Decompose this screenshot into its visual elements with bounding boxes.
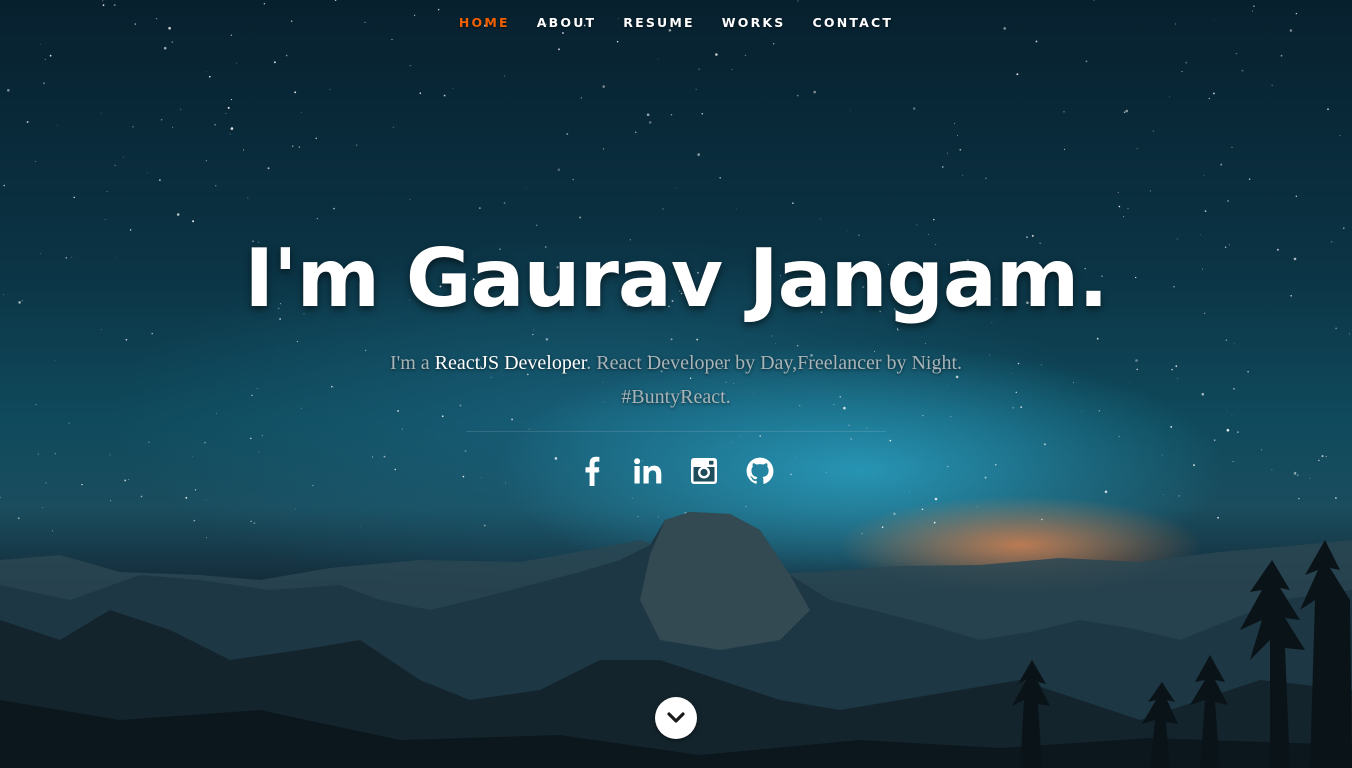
scroll-down-button[interactable] <box>655 697 697 739</box>
github-icon[interactable] <box>745 454 775 488</box>
tagline-rest: . React Developer by Day,Freelancer by N… <box>586 352 963 374</box>
nav-resume-link[interactable]: RESUME <box>623 15 695 30</box>
hero-tagline: I'm a ReactJS Developer. React Developer… <box>326 346 1026 414</box>
facebook-icon[interactable] <box>577 454 607 488</box>
tagline-hashtag: #BuntyReact. <box>621 386 731 408</box>
tagline-role: ReactJS Developer <box>434 352 587 374</box>
main-nav: HOME ABOUT RESUME WORKS CONTACT <box>0 15 1352 30</box>
chevron-down-icon <box>667 712 685 723</box>
instagram-icon[interactable] <box>689 454 719 488</box>
nav-contact-link[interactable]: CONTACT <box>813 15 894 30</box>
nav-works-link[interactable]: WORKS <box>722 15 786 30</box>
linkedin-icon[interactable] <box>633 454 663 488</box>
hero-divider <box>466 431 886 432</box>
nav-home-link[interactable]: HOME <box>459 15 510 30</box>
hero-headline: I'm Gaurav Jangam. <box>244 232 1108 325</box>
tagline-prefix: I'm a <box>389 352 435 374</box>
social-links <box>0 454 1352 488</box>
nav-about-link[interactable]: ABOUT <box>537 15 597 30</box>
